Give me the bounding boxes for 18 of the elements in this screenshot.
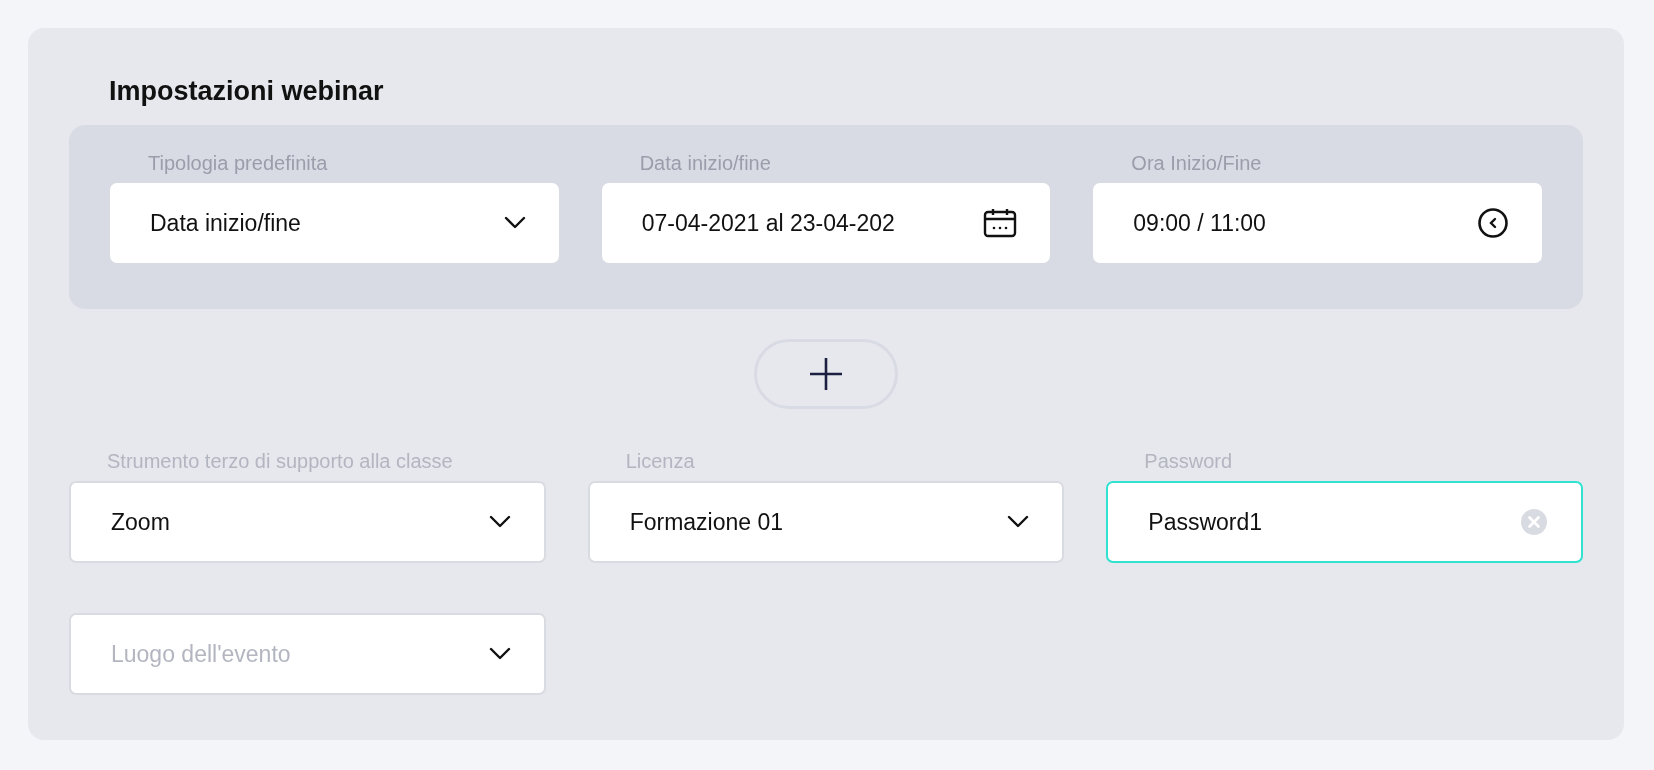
time-field[interactable]: 09:00 / 11:00	[1093, 183, 1542, 263]
clear-icon[interactable]	[1520, 508, 1548, 536]
plus-icon	[808, 356, 844, 392]
calendar-icon	[983, 208, 1018, 238]
field-label: Tipologia predefinita	[147, 153, 329, 176]
chevron-down-icon	[503, 216, 526, 230]
section-title: Impostazioni webinar	[108, 75, 385, 108]
password-field[interactable]: Password1	[1106, 481, 1583, 563]
field-label: Ora Inizio/Fine	[1130, 153, 1263, 176]
field-label: Data inizio/fine	[638, 153, 772, 176]
chevron-down-icon	[488, 647, 511, 661]
dropdown-field[interactable]: Formazione 01	[587, 481, 1065, 563]
dropdown-field[interactable]: Zoom	[69, 481, 546, 563]
chevron-down-icon	[1007, 515, 1030, 529]
clock-icon	[1477, 207, 1509, 239]
date-field[interactable]: 07-04-2021 al 23-04-202	[601, 183, 1051, 263]
chevron-down-icon	[488, 515, 511, 529]
dropdown-field[interactable]: Data inizio/fine	[110, 183, 559, 263]
